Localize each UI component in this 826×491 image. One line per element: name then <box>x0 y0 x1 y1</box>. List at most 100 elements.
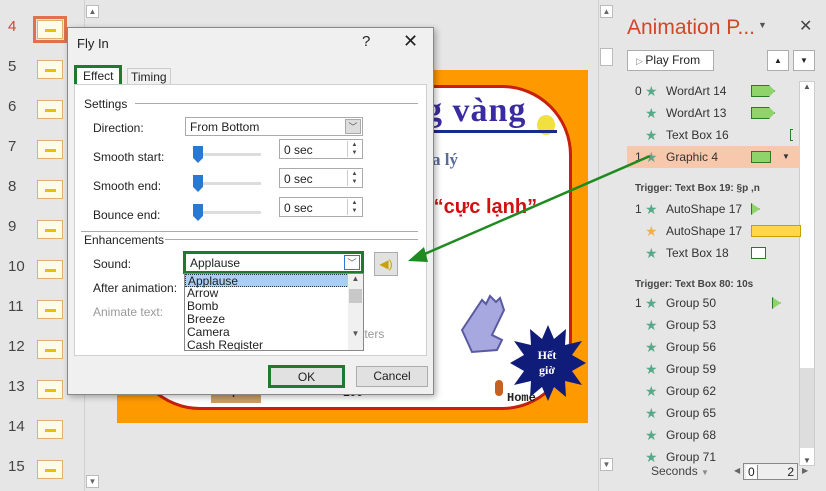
slide-number: 10 <box>8 258 25 275</box>
sound-dropdown-list[interactable]: Applause Arrow Bomb Breeze Camera Cash R… <box>184 273 364 351</box>
help-button[interactable]: ? <box>362 33 370 50</box>
animation-item[interactable]: ★ Group 68 <box>627 424 800 446</box>
slide-thumbnail[interactable] <box>37 420 63 439</box>
timing-bar[interactable] <box>751 225 801 237</box>
slide-thumbnail[interactable] <box>37 340 63 359</box>
timeline-left-icon[interactable]: ◀ <box>734 466 740 475</box>
slide-number: 12 <box>8 338 25 355</box>
animation-item[interactable]: ★ Group 65 <box>627 402 800 424</box>
speaker-icon[interactable]: ◀) <box>374 252 398 276</box>
slide-thumbnail[interactable] <box>37 140 63 159</box>
home-link[interactable]: Home <box>507 391 536 405</box>
slide-thumbnail[interactable] <box>37 260 63 279</box>
timing-bar[interactable] <box>751 247 766 259</box>
cancel-button[interactable]: Cancel <box>356 366 428 387</box>
animation-item[interactable]: ★ Group 53 <box>627 314 800 336</box>
move-down-button[interactable]: ▼ <box>793 50 815 71</box>
chevron-down-icon[interactable]: ﹀ <box>345 119 361 134</box>
animation-item[interactable]: ★ AutoShape 17 <box>627 220 801 242</box>
animation-item[interactable]: ★ Group 56 <box>627 336 800 358</box>
pane-scrollbar[interactable]: ▲ ▼ <box>799 81 815 466</box>
slide-number: 14 <box>8 418 25 435</box>
scroll-down-icon[interactable]: ▼ <box>86 475 99 488</box>
divider <box>81 231 418 232</box>
star-icon: ★ <box>645 339 658 355</box>
slide-thumbnail[interactable] <box>37 220 63 239</box>
star-icon: ★ <box>645 383 658 399</box>
slide-number: 13 <box>8 378 25 395</box>
dialog-title: Fly In <box>77 36 109 51</box>
slide-number: 9 <box>8 218 17 235</box>
slide-thumbnail[interactable] <box>37 300 63 319</box>
star-icon: ★ <box>645 317 658 333</box>
timing-bar[interactable] <box>751 151 771 163</box>
animation-item[interactable]: ★ Group 59 <box>627 358 800 380</box>
settings-group-label: Settings <box>84 97 128 111</box>
trigger-label: Trigger: Text Box 19: §p ,n <box>635 183 760 194</box>
animation-item[interactable]: ★ Group 62 <box>627 380 800 402</box>
star-icon: ★ <box>645 361 658 377</box>
animation-item[interactable]: 1 ★ Graphic 4 ▼ <box>627 146 800 168</box>
item-menu-chevron-icon[interactable]: ▼ <box>782 146 790 168</box>
bounce-end-label: Bounce end: <box>93 208 161 222</box>
slide-thumbnail[interactable] <box>37 380 63 399</box>
bounce-end-slider[interactable] <box>193 204 261 221</box>
bounce-end-spinner[interactable]: 0 sec ▲ ▼ <box>279 197 363 217</box>
smooth-end-slider[interactable] <box>193 175 261 192</box>
slide-thumbnail[interactable] <box>37 460 63 479</box>
move-up-button[interactable]: ▲ <box>767 50 789 71</box>
scroll-up-icon[interactable]: ▲ <box>86 5 99 18</box>
play-from-button[interactable]: ▷ Play From <box>627 50 714 71</box>
slide-thumbnail[interactable] <box>37 180 63 199</box>
close-icon[interactable]: ✕ <box>799 16 812 36</box>
timing-bar[interactable] <box>790 129 793 141</box>
after-animation-label: After animation: <box>93 281 178 295</box>
sound-select[interactable]: Applause ﹀ <box>183 251 364 274</box>
scroll-thumb[interactable] <box>600 48 613 66</box>
animation-item[interactable]: 1 ★ Group 50 <box>627 292 800 314</box>
tab-effect[interactable]: Effect <box>74 65 123 85</box>
animation-item[interactable]: 1 ★ AutoShape 17 <box>627 198 800 220</box>
timeline-ruler[interactable]: 0 2 <box>743 463 798 480</box>
star-icon: ★ <box>645 149 658 165</box>
scroll-thumb[interactable] <box>349 289 362 303</box>
list-item[interactable]: Cash Register <box>185 339 363 351</box>
ok-button[interactable]: OK <box>268 365 345 388</box>
scroll-down-icon[interactable]: ▼ <box>600 458 613 471</box>
slide-thumbnail[interactable] <box>37 100 63 119</box>
timing-bar[interactable] <box>751 85 775 97</box>
animation-item[interactable]: 0 ★ WordArt 14 <box>627 80 800 102</box>
letters-label: tters <box>361 327 385 341</box>
animation-item[interactable]: ★ Text Box 18 <box>627 242 800 264</box>
slide-thumbnail[interactable] <box>37 60 63 79</box>
seconds-dropdown[interactable]: Seconds ▼ <box>651 464 709 478</box>
close-button[interactable]: ✕ <box>403 31 418 52</box>
pane-menu-chevron-icon[interactable]: ▼ <box>758 20 767 30</box>
smooth-start-label: Smooth start: <box>93 150 165 164</box>
chevron-down-icon[interactable]: ﹀ <box>344 255 360 270</box>
direction-select[interactable]: From Bottom ﹀ <box>185 117 363 136</box>
scroll-track[interactable] <box>800 368 814 448</box>
timing-bar[interactable] <box>772 297 781 309</box>
star-icon: ★ <box>645 223 658 239</box>
trigger-label: Trigger: Text Box 80: 10s <box>635 279 754 290</box>
timeline-right-icon[interactable]: ▶ <box>802 466 808 475</box>
play-icon: ▷ <box>636 56 646 66</box>
animation-item[interactable]: ★ WordArt 13 <box>627 102 800 124</box>
smooth-start-slider[interactable] <box>193 146 261 163</box>
smooth-end-spinner[interactable]: 0 sec ▲ ▼ <box>279 168 363 188</box>
smooth-start-spinner[interactable]: 0 sec ▲ ▼ <box>279 139 363 159</box>
animate-text-label: Animate text: <box>93 305 164 319</box>
scroll-up-icon[interactable]: ▲ <box>600 5 613 18</box>
slide-number: 6 <box>8 98 17 115</box>
slide-scrollbar[interactable]: ▲ ▼ <box>598 0 614 491</box>
animation-pane: Animation P... ▼ ✕ ▷ Play From ▲ ▼ ▲ ▼ 0… <box>615 0 826 491</box>
tab-timing[interactable]: Timing <box>127 68 171 85</box>
divider <box>135 103 418 104</box>
slide-thumbnail[interactable] <box>33 16 67 43</box>
timing-bar[interactable] <box>751 107 775 119</box>
animation-item[interactable]: ★ Text Box 16 <box>627 124 800 146</box>
timing-bar[interactable] <box>751 203 760 215</box>
list-scrollbar[interactable]: ▲ ▼ <box>348 274 363 350</box>
star-icon: ★ <box>645 245 658 261</box>
